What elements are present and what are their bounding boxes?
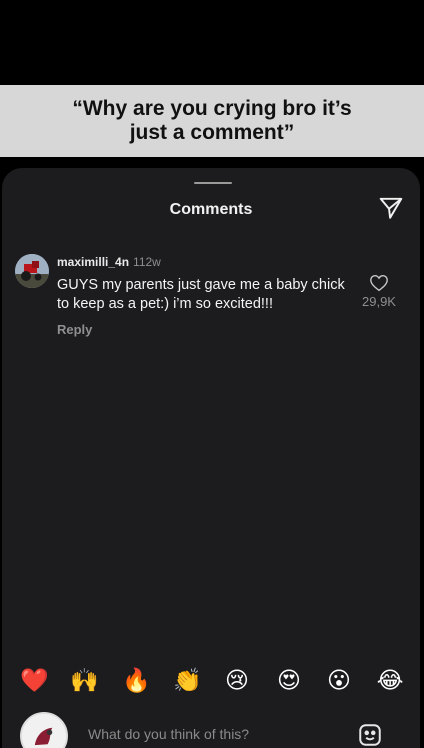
like-group: 29,9K (354, 274, 404, 309)
sheet-title: Comments (169, 201, 253, 218)
reaction-heart-emoji[interactable]: ❤️ (20, 666, 49, 694)
reaction-raised-hands-emoji[interactable]: 🙌 (70, 666, 99, 694)
reaction-crying-emoji[interactable]: 😢 (223, 666, 251, 694)
reaction-heart-eyes-emoji[interactable]: 😍 (275, 666, 303, 694)
comments-sheet: Comments maximilli_4n 112w GUYS my parent… (2, 168, 420, 748)
avatar[interactable] (15, 254, 49, 288)
user-avatar-image (22, 714, 66, 748)
reply-button[interactable]: Reply (57, 322, 92, 337)
drag-handle[interactable] (194, 182, 232, 184)
comment-item: maximilli_4n 112w GUYS my parents just ga… (2, 252, 420, 342)
comment-text: GUYS my parents just gave me a baby chic… (57, 277, 345, 312)
sticker-icon[interactable] (357, 722, 383, 748)
comment-meta: maximilli_4n 112w (57, 255, 161, 269)
quick-reactions-bar: ❤️ 🙌 🔥 👏 😢 😍 😮 😂 (2, 666, 420, 696)
comment-input[interactable] (88, 724, 328, 744)
reaction-laughing-emoji[interactable]: 😂 (376, 666, 404, 694)
caption-banner: “Why are you crying bro it’s just a comm… (0, 85, 424, 157)
comment-timestamp: 112w (133, 255, 161, 269)
paper-plane-icon[interactable] (378, 195, 404, 221)
user-avatar[interactable] (20, 712, 68, 748)
comment-composer (2, 708, 420, 748)
reaction-surprised-emoji[interactable]: 😮 (325, 666, 353, 694)
reaction-clapping-emoji[interactable]: 👏 (173, 666, 202, 694)
caption-text: “Why are you crying bro it’s just a comm… (72, 97, 352, 144)
comment-username[interactable]: maximilli_4n (57, 255, 129, 269)
like-count: 29,9K (362, 294, 396, 309)
tractor-avatar-image (15, 254, 49, 288)
reaction-fire-emoji[interactable]: 🔥 (122, 666, 151, 694)
heart-icon[interactable] (369, 274, 389, 292)
